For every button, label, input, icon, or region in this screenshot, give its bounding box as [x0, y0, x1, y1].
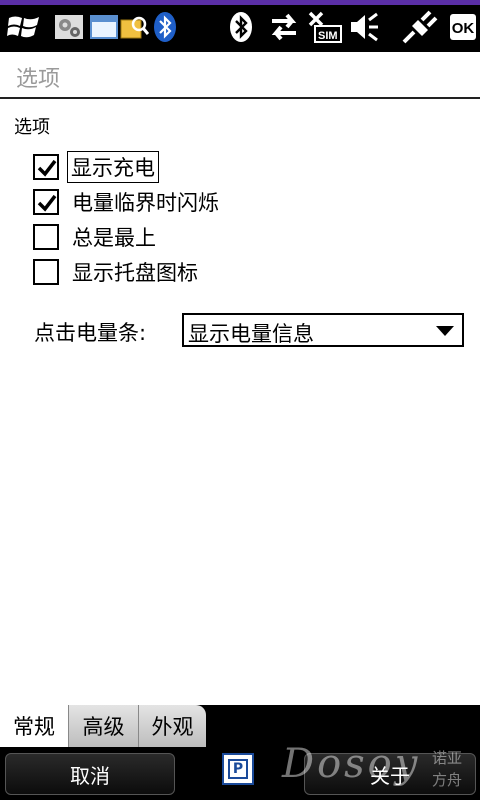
- option-label: 显示充电: [67, 151, 159, 183]
- option-flash-critical[interactable]: 电量临界时闪烁: [33, 186, 221, 218]
- windows-start-icon[interactable]: [6, 8, 42, 46]
- softkey-bar: 取消 P 关于 Dosoy 诺亚方舟: [0, 741, 480, 800]
- option-always-on-top[interactable]: 总是最上: [33, 221, 158, 253]
- option-label: 电量临界时闪烁: [72, 191, 219, 215]
- tab-advanced[interactable]: 高级: [68, 705, 138, 747]
- power-plug-icon[interactable]: [400, 8, 440, 46]
- data-transfer-icon[interactable]: [266, 8, 302, 46]
- sim-text: SIM: [318, 30, 338, 42]
- title-bar: 选项: [0, 52, 480, 99]
- watermark-text: Dosoy: [282, 741, 421, 787]
- bluetooth-icon[interactable]: [150, 8, 180, 46]
- no-sim-icon[interactable]: SIM: [306, 8, 344, 46]
- dropdown-arrow-icon[interactable]: [436, 326, 454, 336]
- checkmark-icon: [37, 194, 57, 212]
- folder-search-icon[interactable]: [118, 8, 150, 46]
- option-show-charging[interactable]: 显示充电: [33, 151, 159, 183]
- checkmark-icon: [37, 159, 57, 177]
- status-accent-strip: [0, 0, 480, 5]
- tab-general[interactable]: 常规: [0, 705, 68, 747]
- window-app-icon[interactable]: [88, 8, 120, 46]
- input-panel-icon[interactable]: P: [222, 753, 254, 785]
- option-show-tray-icon[interactable]: 显示托盘图标: [33, 256, 200, 288]
- ok-button[interactable]: OK: [448, 8, 478, 46]
- options-panel: 选项 显示充电 电量临界时闪烁 总是最上 显示托盘图标 点击电量条: 显示电量信…: [0, 99, 480, 705]
- speaker-icon[interactable]: [346, 8, 382, 46]
- checkbox-show-tray-icon[interactable]: [33, 259, 59, 285]
- settings-app-icon[interactable]: [52, 8, 86, 46]
- tab-appearance[interactable]: 外观: [138, 705, 206, 747]
- bluetooth-status-icon[interactable]: [224, 8, 258, 46]
- cancel-button[interactable]: 取消: [5, 753, 175, 795]
- tap-battery-bar-label: 点击电量条:: [34, 321, 147, 345]
- sip-glyph: P: [228, 759, 248, 779]
- tap-action-select[interactable]: 显示电量信息: [182, 313, 464, 347]
- option-label: 总是最上: [72, 226, 156, 250]
- checkbox-flash-critical[interactable]: [33, 189, 59, 215]
- checkbox-always-on-top[interactable]: [33, 224, 59, 250]
- ok-label: OK: [452, 20, 475, 37]
- watermark-subtext: 诺亚方舟: [432, 749, 463, 789]
- option-label: 显示托盘图标: [72, 261, 198, 285]
- status-bar: SIM OK: [0, 0, 480, 52]
- page-title: 选项: [16, 67, 61, 92]
- section-label: 选项: [14, 117, 50, 138]
- checkbox-show-charging[interactable]: [33, 154, 59, 180]
- select-value: 显示电量信息: [188, 322, 314, 346]
